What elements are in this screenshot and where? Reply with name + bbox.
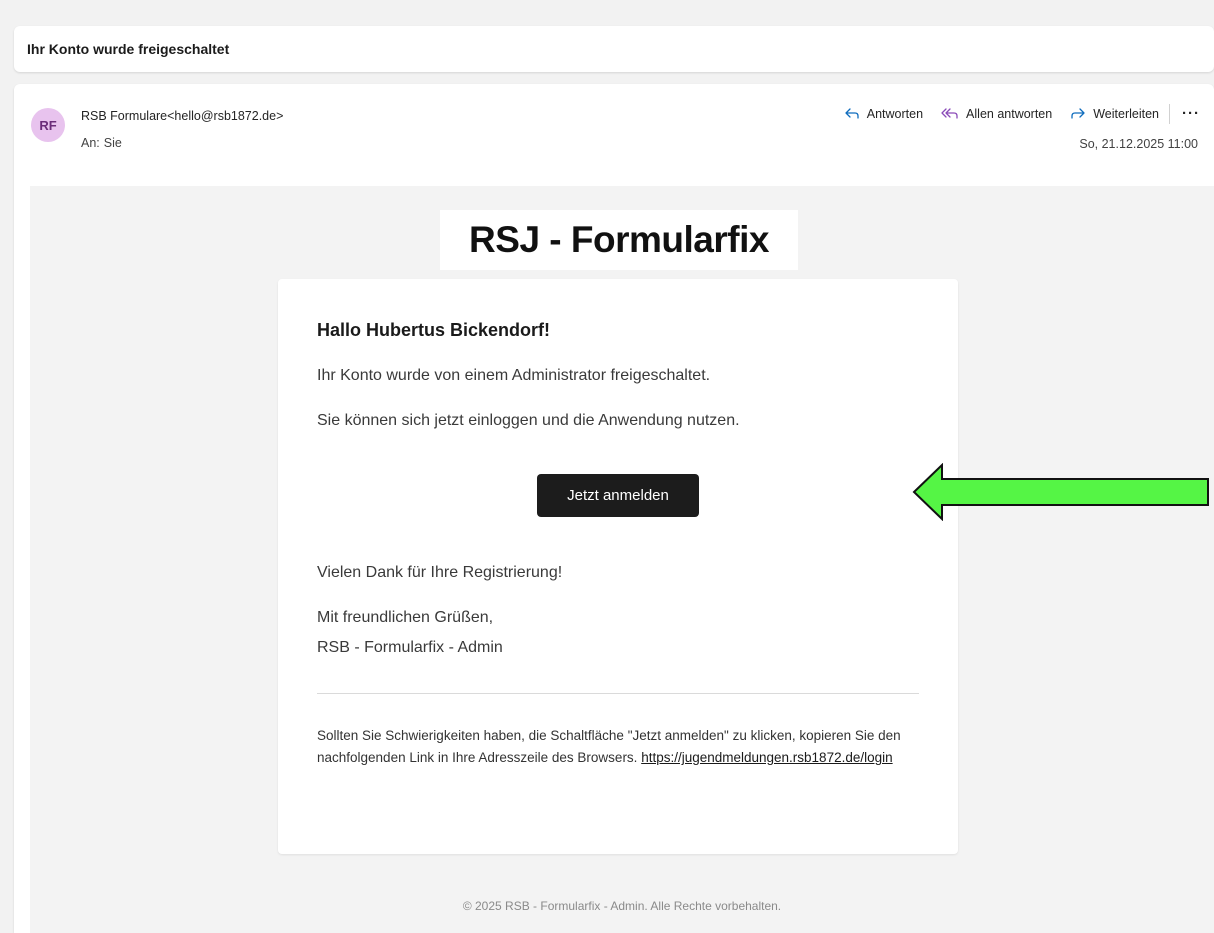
green-arrow-annotation	[912, 463, 1209, 521]
signature-text: RSB - Formularfix - Admin	[317, 639, 503, 656]
forward-icon	[1071, 108, 1085, 119]
reply-all-button[interactable]: Allen antworten	[941, 107, 1052, 121]
recipient-line: An: Sie	[81, 136, 122, 150]
closing-text: Mit freundlichen Grüßen,	[317, 609, 494, 626]
forward-label: Weiterleiten	[1093, 107, 1159, 121]
avatar[interactable]: RF	[31, 108, 65, 142]
actions-divider	[1169, 104, 1170, 124]
logo-text: RSJ - Formularfix	[469, 219, 769, 260]
sender[interactable]: RSB Formulare<hello@rsb1872.de>	[81, 109, 283, 123]
to-label: An:	[81, 136, 100, 150]
email-body: RSJ - Formularfix Hallo Hubertus Bickend…	[30, 186, 1214, 933]
logo: RSJ - Formularfix	[440, 210, 798, 270]
reply-all-label: Allen antworten	[966, 107, 1053, 121]
reply-button[interactable]: Antworten	[844, 107, 923, 121]
reply-all-icon	[941, 108, 958, 119]
login-button[interactable]: Jetzt anmelden	[537, 474, 699, 517]
footnote: Sollten Sie Schwierigkeiten haben, die S…	[317, 725, 921, 769]
reply-icon	[845, 108, 859, 119]
thanks-text: Vielen Dank für Ihre Registrierung!	[317, 564, 563, 581]
login-info-text: Sie können sich jetzt einloggen und die …	[317, 412, 740, 429]
to-value[interactable]: Sie	[104, 136, 122, 150]
greeting: Hallo Hubertus Bickendorf!	[317, 320, 551, 340]
divider	[317, 693, 919, 694]
activation-text: Ihr Konto wurde von einem Administrator …	[317, 367, 711, 384]
forward-button[interactable]: Weiterleiten	[1070, 107, 1159, 121]
copyright: © 2025 RSB - Formularfix - Admin. Alle R…	[462, 899, 782, 913]
more-icon[interactable]: ···	[1182, 106, 1200, 121]
subject-bar: Ihr Konto wurde freigeschaltet	[14, 26, 1214, 72]
message-actions: Antworten Allen antworten Weiterleiten ·…	[826, 103, 1200, 125]
login-link[interactable]: https://jugendmeldungen.rsb1872.de/login	[641, 750, 892, 765]
message-date: So, 21.12.2025 11:00	[1079, 137, 1198, 151]
content-card: Hallo Hubertus Bickendorf! Ihr Konto wur…	[278, 279, 958, 854]
subject-title: Ihr Konto wurde freigeschaltet	[27, 41, 230, 57]
reply-label: Antworten	[866, 107, 924, 121]
